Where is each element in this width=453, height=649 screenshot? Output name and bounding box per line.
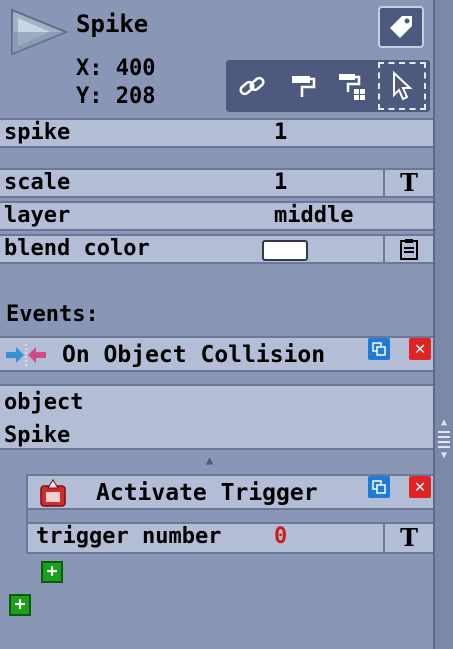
paint-roller-grid-icon bbox=[339, 74, 365, 100]
scroll-grip[interactable]: ▲ ▼ bbox=[438, 418, 450, 464]
action-label: Activate Trigger bbox=[96, 480, 318, 506]
property-label: blend color bbox=[4, 236, 150, 261]
add-icon: + bbox=[14, 594, 26, 615]
param-label: trigger number bbox=[36, 524, 222, 549]
properties-panel: Spike X: 400 Y: 208 spike 1 scale 1 T la… bbox=[0, 0, 433, 649]
add-event-button[interactable]: + bbox=[9, 594, 31, 616]
scrollbar[interactable]: ▲ ▼ bbox=[433, 0, 453, 649]
property-value[interactable]: middle bbox=[274, 203, 353, 229]
property-row-layer[interactable]: layer middle bbox=[0, 201, 433, 231]
action-activate-trigger[interactable]: Activate Trigger ✕ bbox=[28, 474, 433, 510]
tag-button[interactable] bbox=[378, 6, 424, 48]
collapse-arrow-icon[interactable]: ▲ bbox=[206, 453, 213, 467]
delete-icon: ✕ bbox=[414, 476, 426, 497]
add-action-button[interactable]: + bbox=[41, 561, 63, 583]
collision-arrows-icon bbox=[6, 344, 46, 366]
trigger-number-param[interactable]: trigger number 0 T bbox=[28, 522, 433, 554]
property-label: spike bbox=[4, 120, 71, 145]
param-label: object bbox=[4, 390, 84, 415]
y-coordinate: Y: 208 bbox=[76, 84, 156, 109]
x-coordinate: X: 400 bbox=[76, 56, 156, 81]
cursor-select-icon bbox=[393, 71, 413, 101]
scroll-down-arrow-icon: ▼ bbox=[440, 450, 448, 461]
edit-toolbar bbox=[226, 60, 430, 112]
paint-grid-button[interactable] bbox=[330, 64, 374, 108]
events-heading: Events: bbox=[6, 302, 99, 327]
property-row-blend-color[interactable]: blend color bbox=[0, 234, 433, 264]
copy-icon bbox=[372, 480, 386, 494]
scroll-up-arrow-icon: ▲ bbox=[440, 417, 448, 428]
param-value[interactable]: Spike bbox=[4, 419, 433, 452]
delete-action-button[interactable]: ✕ bbox=[409, 476, 431, 498]
event-on-object-collision[interactable]: On Object Collision ✕ bbox=[0, 336, 433, 372]
clipboard-button[interactable] bbox=[383, 236, 433, 262]
collision-object-param[interactable]: object Spike bbox=[0, 384, 433, 450]
text-edit-button[interactable]: T bbox=[383, 524, 433, 552]
color-swatch[interactable] bbox=[262, 240, 308, 261]
event-label: On Object Collision bbox=[62, 342, 326, 368]
link-icon bbox=[239, 76, 265, 96]
copy-event-button[interactable] bbox=[368, 338, 390, 360]
trigger-icon bbox=[40, 479, 66, 507]
select-button[interactable] bbox=[378, 62, 426, 110]
property-label: layer bbox=[4, 203, 71, 228]
delete-event-button[interactable]: ✕ bbox=[409, 338, 431, 360]
copy-action-button[interactable] bbox=[368, 476, 390, 498]
delete-icon: ✕ bbox=[414, 338, 426, 359]
paint-button[interactable] bbox=[280, 64, 324, 108]
property-value[interactable]: 1 bbox=[274, 120, 287, 146]
add-icon: + bbox=[46, 561, 58, 582]
link-button[interactable] bbox=[230, 64, 274, 108]
tag-icon bbox=[390, 16, 412, 38]
copy-icon bbox=[372, 342, 386, 356]
property-value[interactable]: 1 bbox=[274, 170, 287, 196]
object-name: Spike bbox=[76, 10, 149, 38]
paint-roller-icon bbox=[292, 76, 316, 97]
property-label: scale bbox=[4, 170, 71, 195]
play-triangle-icon bbox=[11, 8, 68, 56]
property-row-spike[interactable]: spike 1 bbox=[0, 118, 433, 148]
text-edit-button[interactable]: T bbox=[383, 170, 433, 196]
property-row-scale[interactable]: scale 1 T bbox=[0, 168, 433, 198]
clipboard-icon bbox=[400, 239, 418, 260]
param-value[interactable]: 0 bbox=[274, 524, 287, 550]
